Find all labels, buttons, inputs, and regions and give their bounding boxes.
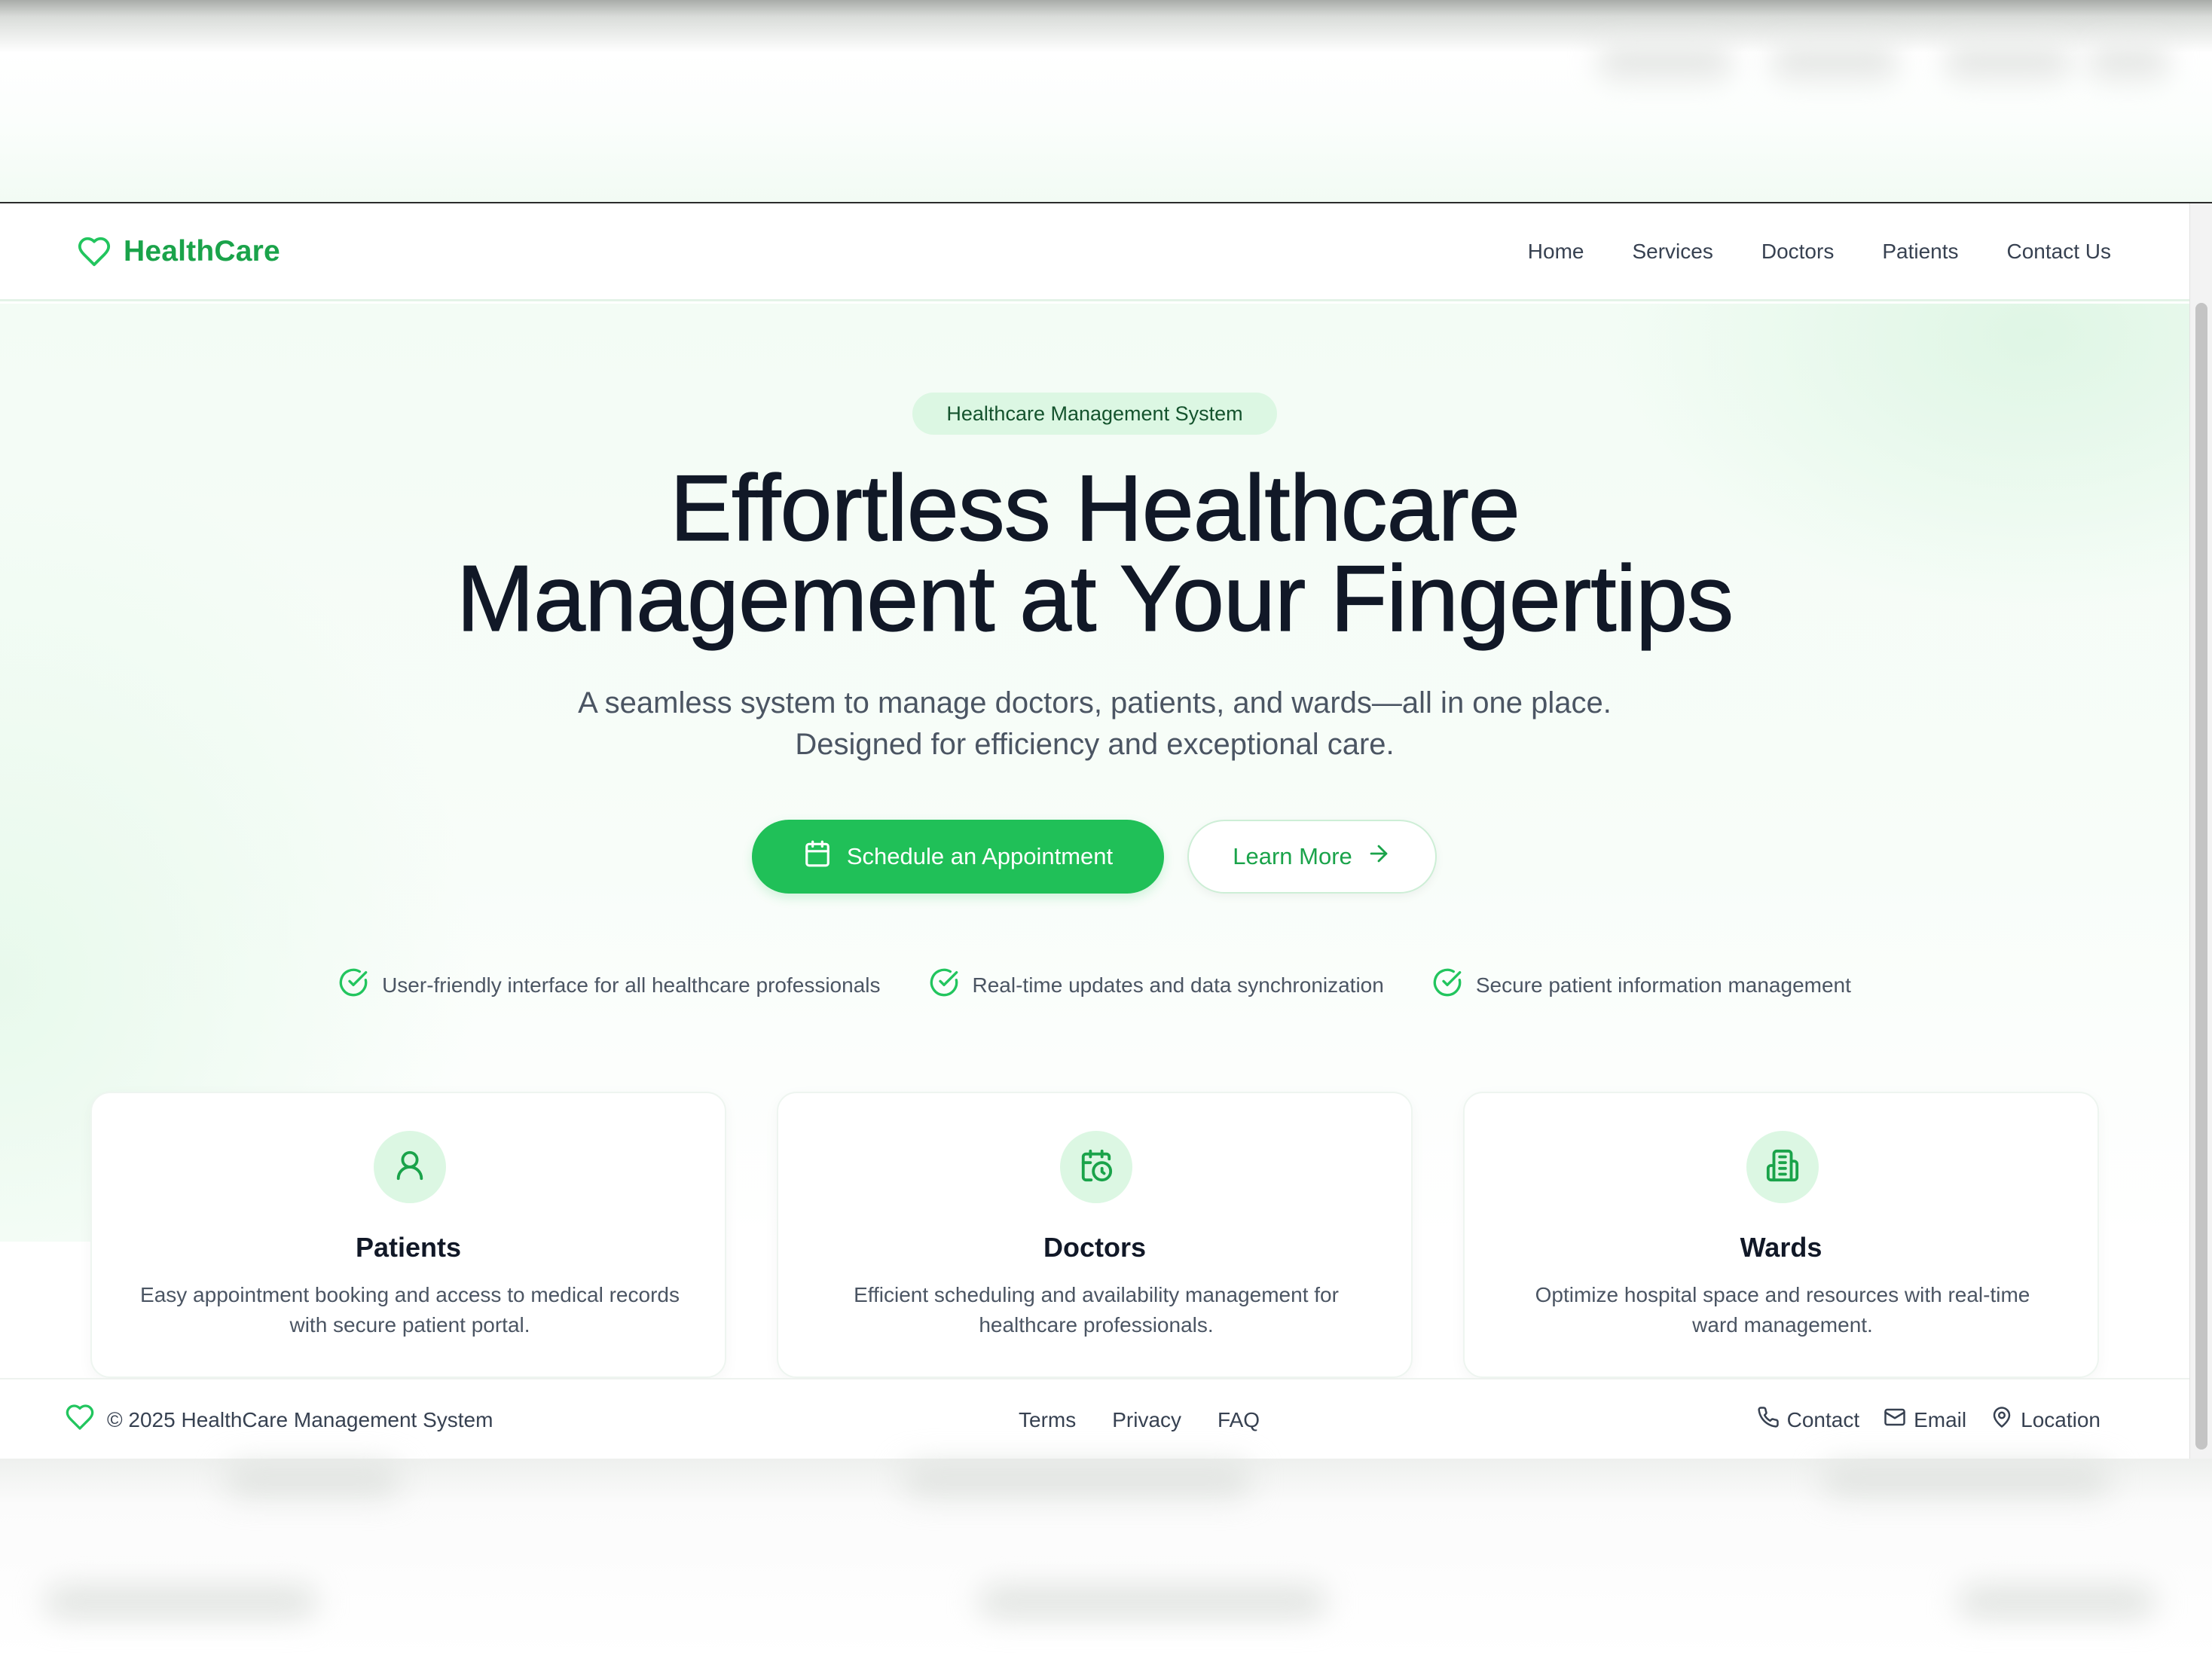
card-description: Easy appointment booking and access to m…: [140, 1283, 680, 1337]
headline-line-2: Management at Your Fingertips: [456, 547, 1734, 651]
footer-link-terms[interactable]: Terms: [1019, 1408, 1076, 1432]
heart-icon: [65, 1402, 95, 1437]
feature-item: Secure patient information management: [1432, 967, 1851, 1003]
scrollbar[interactable]: [2189, 203, 2212, 1459]
headline-line-1: Effortless Healthcare: [670, 457, 1521, 561]
app-window: HealthCare Home Services Doctors Patient…: [0, 202, 2212, 1459]
check-circle-icon: [929, 967, 959, 1003]
user-icon: [393, 1148, 427, 1187]
nav-link-home[interactable]: Home: [1528, 240, 1584, 264]
card-icon-circle: [1746, 1131, 1819, 1203]
building-icon: [1765, 1148, 1800, 1187]
hero-badge: Healthcare Management System: [912, 393, 1277, 435]
footer-email-label: Email: [1914, 1407, 1967, 1431]
service-cards: Patients Easy appointment booking and ac…: [90, 1092, 2099, 1378]
feature-text: User-friendly interface for all healthca…: [382, 973, 881, 997]
footer: © 2025 HealthCare Management System Term…: [0, 1378, 2189, 1459]
map-pin-icon: [1990, 1406, 2013, 1434]
phone-icon: [1757, 1406, 1780, 1434]
copyright-text: © 2025 HealthCare Management System: [107, 1407, 493, 1431]
mail-icon: [1884, 1406, 1906, 1434]
learn-more-button[interactable]: Learn More: [1187, 820, 1437, 894]
card-description: Optimize hospital space and resources wi…: [1535, 1283, 2030, 1337]
feature-item: User-friendly interface for all healthca…: [338, 967, 881, 1003]
nav-links: Home Services Doctors Patients Contact U…: [1528, 240, 2111, 264]
feature-text: Real-time updates and data synchronizati…: [972, 973, 1384, 997]
feature-list: User-friendly interface for all healthca…: [0, 967, 2189, 1003]
footer-contact-link[interactable]: Contact: [1757, 1406, 1860, 1434]
card-icon-circle: [374, 1131, 446, 1203]
navbar: HealthCare Home Services Doctors Patient…: [0, 203, 2189, 301]
blurred-backdrop-top: [0, 0, 2212, 202]
blurred-backdrop-bottom: [0, 1459, 2212, 1659]
calendar-clock-icon: [1079, 1148, 1114, 1187]
learn-more-label: Learn More: [1233, 843, 1352, 869]
hero-headline: Effortless Healthcare Management at Your…: [0, 461, 2189, 646]
footer-location-label: Location: [2021, 1407, 2100, 1431]
schedule-appointment-button[interactable]: Schedule an Appointment: [752, 820, 1164, 894]
footer-copyright: © 2025 HealthCare Management System: [65, 1402, 668, 1437]
arrow-right-icon: [1366, 841, 1392, 872]
footer-email-link[interactable]: Email: [1884, 1406, 1966, 1434]
footer-contact: Contact Email Location: [1757, 1406, 2100, 1434]
card-title: Patients: [355, 1232, 462, 1263]
footer-contact-label: Contact: [1786, 1407, 1860, 1431]
feature-text: Secure patient information management: [1475, 973, 1851, 997]
footer-link-privacy[interactable]: Privacy: [1112, 1408, 1181, 1432]
brand-name: HealthCare: [124, 234, 280, 267]
footer-link-faq[interactable]: FAQ: [1218, 1408, 1260, 1432]
card-doctors[interactable]: Doctors Efficient scheduling and availab…: [777, 1092, 1413, 1378]
calendar-icon: [803, 839, 832, 874]
feature-item: Real-time updates and data synchronizati…: [929, 967, 1384, 1003]
card-description: Efficient scheduling and availability ma…: [854, 1283, 1339, 1337]
heart-icon: [77, 234, 112, 269]
nav-link-services[interactable]: Services: [1632, 240, 1712, 264]
nav-link-patients[interactable]: Patients: [1882, 240, 1958, 264]
footer-location-link[interactable]: Location: [1990, 1406, 2100, 1434]
card-title: Doctors: [1043, 1232, 1147, 1263]
card-wards[interactable]: Wards Optimize hospital space and resour…: [1463, 1092, 2099, 1378]
check-circle-icon: [1432, 967, 1462, 1003]
nav-link-doctors[interactable]: Doctors: [1761, 240, 1834, 264]
card-patients[interactable]: Patients Easy appointment booking and ac…: [90, 1092, 726, 1378]
brand-logo[interactable]: HealthCare: [77, 234, 280, 269]
check-circle-icon: [338, 967, 368, 1003]
scrollbar-thumb[interactable]: [2195, 303, 2207, 1450]
hero-subtext: A seamless system to manage doctors, pat…: [578, 686, 1612, 761]
card-title: Wards: [1740, 1232, 1822, 1263]
nav-link-contact-us[interactable]: Contact Us: [2007, 240, 2112, 264]
footer-links: Terms Privacy FAQ: [1019, 1408, 1260, 1432]
card-icon-circle: [1060, 1131, 1132, 1203]
schedule-appointment-label: Schedule an Appointment: [846, 843, 1114, 869]
